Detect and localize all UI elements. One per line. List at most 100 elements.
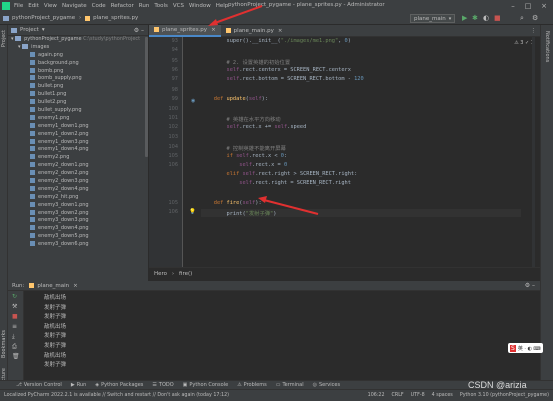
ime-widget[interactable]: S 英 · ◐ ⌨ [508, 343, 543, 353]
close-icon[interactable]: × [211, 27, 216, 33]
run-console[interactable]: 敌机出场 发射子弹 发射子弹 敌机出场 发射子弹 发射子弹 敌机出场 发射子弹 [24, 291, 540, 380]
run-config-select[interactable]: plane_main ▾ [410, 14, 456, 23]
code-editor[interactable]: ⚠ 3 ✓ 1 super().__init__("./images/me1.p… [183, 37, 540, 267]
image-file-icon [30, 91, 35, 97]
tree-file[interactable]: enemy1_down3.png [8, 138, 148, 147]
breadcrumb-method[interactable]: fire() [179, 271, 192, 277]
tree-root[interactable]: ▾ pythonProject_pygame C:\study\pythonPr… [8, 36, 148, 44]
bookmarks-tool-tab[interactable]: Bookmarks [1, 330, 7, 358]
menu-code[interactable]: Code [92, 3, 106, 9]
tree-file[interactable]: enemy3_down6.png [8, 241, 148, 249]
tool-run[interactable]: ▶ Run [71, 382, 86, 388]
gear-icon[interactable]: ⚙ – [525, 282, 535, 289]
tree-file[interactable]: enemy3_down5.png [8, 233, 148, 241]
notifications-tool-tab[interactable]: Notifications [544, 31, 550, 62]
services-icon: ◎ [312, 382, 317, 388]
debug-icon[interactable]: ✱ [472, 14, 478, 22]
menu-vcs[interactable]: VCS [173, 3, 184, 9]
tree-file[interactable]: background.png [8, 59, 148, 68]
scrollbar[interactable] [145, 37, 148, 157]
tool-problems[interactable]: ⚠ Problems [237, 382, 267, 388]
settings-icon[interactable]: ⚙ [532, 14, 538, 22]
tree-file[interactable]: enemy2_hit.png [8, 193, 148, 202]
project-view-select[interactable]: Project [20, 27, 39, 33]
image-file-icon [30, 209, 35, 215]
maximize-icon[interactable]: □ [521, 1, 535, 11]
tree-file[interactable]: enemy3_down1.png [8, 201, 148, 210]
tree-file[interactable]: enemy2_down1.png [8, 162, 148, 170]
print-icon[interactable]: ⎙ [12, 343, 17, 351]
close-icon[interactable]: × [278, 28, 283, 34]
file-encoding[interactable]: UTF-8 [411, 393, 425, 398]
stop-icon[interactable]: ■ [12, 313, 18, 320]
menu-file[interactable]: File [14, 3, 23, 9]
console-line: 敌机出场 [44, 323, 67, 330]
tool-python-console[interactable]: ▣ Python Console [183, 382, 229, 388]
close-icon[interactable]: × [73, 283, 78, 289]
nav-project[interactable]: pythonProject_pygame [12, 15, 75, 21]
tree-file[interactable]: enemy3_down4.png [8, 225, 148, 233]
menu-help[interactable]: Help [216, 3, 229, 9]
tree-file[interactable]: enemy3_down3.png [8, 217, 148, 225]
breadcrumb-class[interactable]: Hero [154, 271, 167, 277]
tab-plane-sprites[interactable]: plane_sprites.py × [149, 24, 221, 37]
tool-version-control[interactable]: ⎇ Version Control [16, 382, 62, 388]
tool-label: Problems [243, 382, 267, 388]
menu-edit[interactable]: Edit [28, 3, 39, 9]
tree-file[interactable]: again.png [8, 51, 148, 60]
tab-plane-main[interactable]: plane_main.py × [221, 25, 288, 37]
indent-setting[interactable]: 4 spaces [432, 393, 453, 398]
interpreter[interactable]: Python 3.10 (pythonProject_pygame) [460, 393, 549, 398]
tree-file[interactable]: enemy1.png [8, 114, 148, 123]
project-tool-tab[interactable]: Project [1, 30, 7, 47]
tree-file[interactable]: enemy2_down2.png [8, 170, 148, 178]
menu-refactor[interactable]: Refactor [111, 3, 134, 9]
wrench-icon[interactable]: ⚒ [12, 303, 17, 310]
scroll-to-end-icon[interactable]: ⤓ [12, 333, 15, 341]
tree-file[interactable]: enemy2_down4.png [8, 185, 148, 194]
run-icon[interactable]: ▶ [462, 14, 467, 22]
soft-wrap-icon[interactable]: ≡ [12, 323, 17, 330]
stop-icon[interactable]: ■ [494, 14, 501, 22]
tool-terminal[interactable]: ▭ Terminal [276, 382, 304, 388]
menu-view[interactable]: View [44, 3, 57, 9]
tree-folder-images[interactable]: ▾ images [8, 43, 148, 52]
menu-navigate[interactable]: Navigate [62, 3, 87, 9]
run-config-tab[interactable]: plane_main [37, 283, 69, 289]
tree-file[interactable]: enemy1_down2.png [8, 130, 148, 139]
tree-file[interactable]: bullet1.png [8, 91, 148, 99]
tree-file[interactable]: bullet.png [8, 83, 148, 91]
caret-position[interactable]: 106:22 [368, 393, 385, 398]
rerun-icon[interactable]: ↻ [12, 293, 17, 300]
coverage-icon[interactable]: ◐ [483, 14, 489, 22]
tree-file[interactable]: enemy3_down2.png [8, 209, 148, 218]
tree-file[interactable]: enemy2.png [8, 154, 148, 162]
tree-file[interactable]: bomb.png [8, 67, 148, 76]
menu-tools[interactable]: Tools [154, 3, 168, 9]
search-icon[interactable]: ⌕ [520, 14, 524, 23]
tree-file[interactable]: enemy1_down1.png [8, 122, 148, 131]
override-marker-icon[interactable]: ◉ [191, 98, 195, 104]
tool-python-packages[interactable]: ◈ Python Packages [95, 382, 143, 388]
tool-services[interactable]: ◎ Services [313, 382, 340, 388]
tree-file[interactable]: bullet_supply.png [8, 107, 148, 115]
editor-scrollbar[interactable] [532, 37, 535, 267]
lightbulb-icon[interactable]: 💡 [189, 209, 196, 215]
tabs-menu-icon[interactable]: ⋮ [531, 28, 537, 34]
trash-icon[interactable]: 🗑 [12, 353, 20, 360]
tree-file[interactable]: bomb_supply.png [8, 75, 148, 83]
minimize-icon[interactable]: – [506, 1, 520, 11]
gear-icon[interactable]: ⚙ – [134, 27, 144, 34]
tool-todo[interactable]: ☰ TODO [152, 382, 173, 388]
tree-file[interactable]: bullet2.png [8, 99, 148, 107]
line-number: 93 [171, 38, 178, 44]
line-separator[interactable]: CRLF [392, 393, 404, 398]
tree-file-label: bomb.png [38, 67, 64, 74]
tree-file[interactable]: enemy2_down3.png [8, 178, 148, 186]
tree-file[interactable]: enemy1_down4.png [8, 146, 148, 154]
menu-run[interactable]: Run [139, 3, 150, 9]
close-icon[interactable]: × [537, 1, 551, 11]
nav-file[interactable]: plane_sprites.py [93, 15, 138, 21]
menu-window[interactable]: Window [189, 3, 211, 9]
status-message[interactable]: Localized PyCharm 2022.2.1 is available … [4, 393, 229, 398]
